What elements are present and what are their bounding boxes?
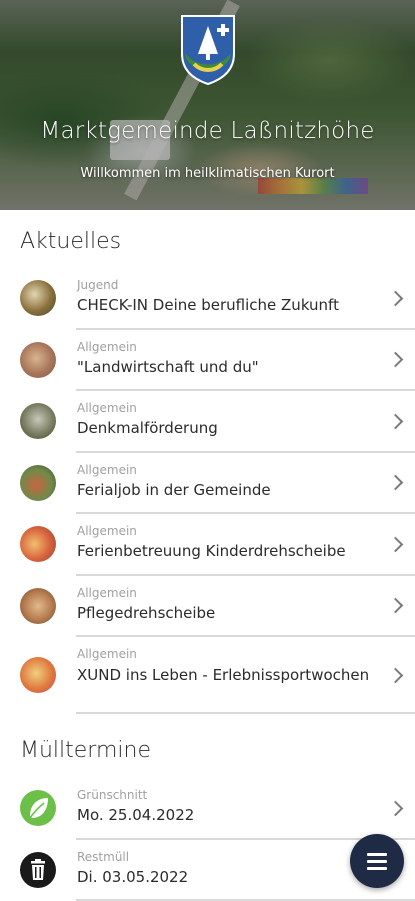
chevron-right-icon <box>388 667 404 683</box>
news-item[interactable]: Allgemein Denkmalförderung <box>0 391 415 453</box>
menu-icon <box>367 853 387 856</box>
waste-date: Di. 03.05.2022 <box>77 868 188 886</box>
news-title: Denkmalförderung <box>77 419 218 437</box>
chevron-right-icon <box>388 536 404 552</box>
news-title: Pflegedrehscheibe <box>77 604 215 622</box>
news-title: XUND ins Leben - Erlebnissportwochen <box>77 665 377 685</box>
chevron-right-icon <box>388 413 404 429</box>
chevron-right-icon <box>388 352 404 368</box>
waste-date-item[interactable]: Grünschnitt Mo. 25.04.2022 <box>0 778 415 840</box>
ferialjob-thumbnail <box>20 465 56 501</box>
news-title: Ferialjob in der Gemeinde <box>77 481 271 499</box>
denkmal-thumbnail <box>20 403 56 439</box>
coat-of-arms-icon <box>180 14 236 86</box>
news-item[interactable]: Allgemein XUND ins Leben - Erlebnissport… <box>0 637 415 714</box>
waste-dates-list: Grünschnitt Mo. 25.04.2022 Restmüll Di. … <box>0 778 415 901</box>
xund-thumbnail <box>20 657 56 693</box>
leaf-icon <box>20 790 56 826</box>
news-category: Allgemein <box>77 647 137 661</box>
aktuelles-heading: Aktuelles <box>0 229 121 254</box>
chevron-right-icon <box>388 800 404 816</box>
news-category: Allgemein <box>77 524 137 538</box>
trash-icon <box>20 852 56 888</box>
news-title: "Landwirtschaft und du" <box>77 358 259 376</box>
pflege-thumbnail <box>20 588 56 624</box>
jugend-thumbnail <box>20 280 56 316</box>
news-item[interactable]: Allgemein Pflegedrehscheibe <box>0 576 415 638</box>
chevron-right-icon <box>388 598 404 614</box>
news-item[interactable]: Allgemein Ferialjob in der Gemeinde <box>0 453 415 515</box>
menu-icon-line <box>367 867 387 870</box>
news-item[interactable]: Jugend CHECK-IN Deine berufliche Zukunft <box>0 268 415 330</box>
welcome-subtitle: Willkommen im heilklimatischen Kurort <box>0 166 415 181</box>
news-title: Ferienbetreuung Kinderdrehscheibe <box>77 542 346 560</box>
landwirtschaft-thumbnail <box>20 342 56 378</box>
news-category: Allgemein <box>77 401 137 415</box>
news-category: Jugend <box>77 278 118 292</box>
news-item[interactable]: Allgemein Ferienbetreuung Kinderdrehsche… <box>0 514 415 576</box>
news-category: Allgemein <box>77 340 137 354</box>
waste-category: Grünschnitt <box>77 788 147 802</box>
waste-date: Mo. 25.04.2022 <box>77 806 194 824</box>
chevron-right-icon <box>388 475 404 491</box>
ferienbetreuung-thumbnail <box>20 526 56 562</box>
news-item[interactable]: Allgemein "Landwirtschaft und du" <box>0 330 415 392</box>
menu-fab-button[interactable] <box>350 834 404 888</box>
news-category: Allgemein <box>77 586 137 600</box>
municipality-title: Marktgemeinde Laßnitzhöhe <box>0 118 415 144</box>
waste-category: Restmüll <box>77 850 129 864</box>
chevron-right-icon <box>388 290 404 306</box>
hero-banner: Marktgemeinde Laßnitzhöhe Willkommen im … <box>0 0 415 210</box>
news-list: Jugend CHECK-IN Deine berufliche Zukunft… <box>0 268 415 714</box>
news-title: CHECK-IN Deine berufliche Zukunft <box>77 296 339 314</box>
news-category: Allgemein <box>77 463 137 477</box>
menu-icon-line <box>367 860 387 863</box>
muelltermine-heading: Mülltermine <box>0 738 151 763</box>
